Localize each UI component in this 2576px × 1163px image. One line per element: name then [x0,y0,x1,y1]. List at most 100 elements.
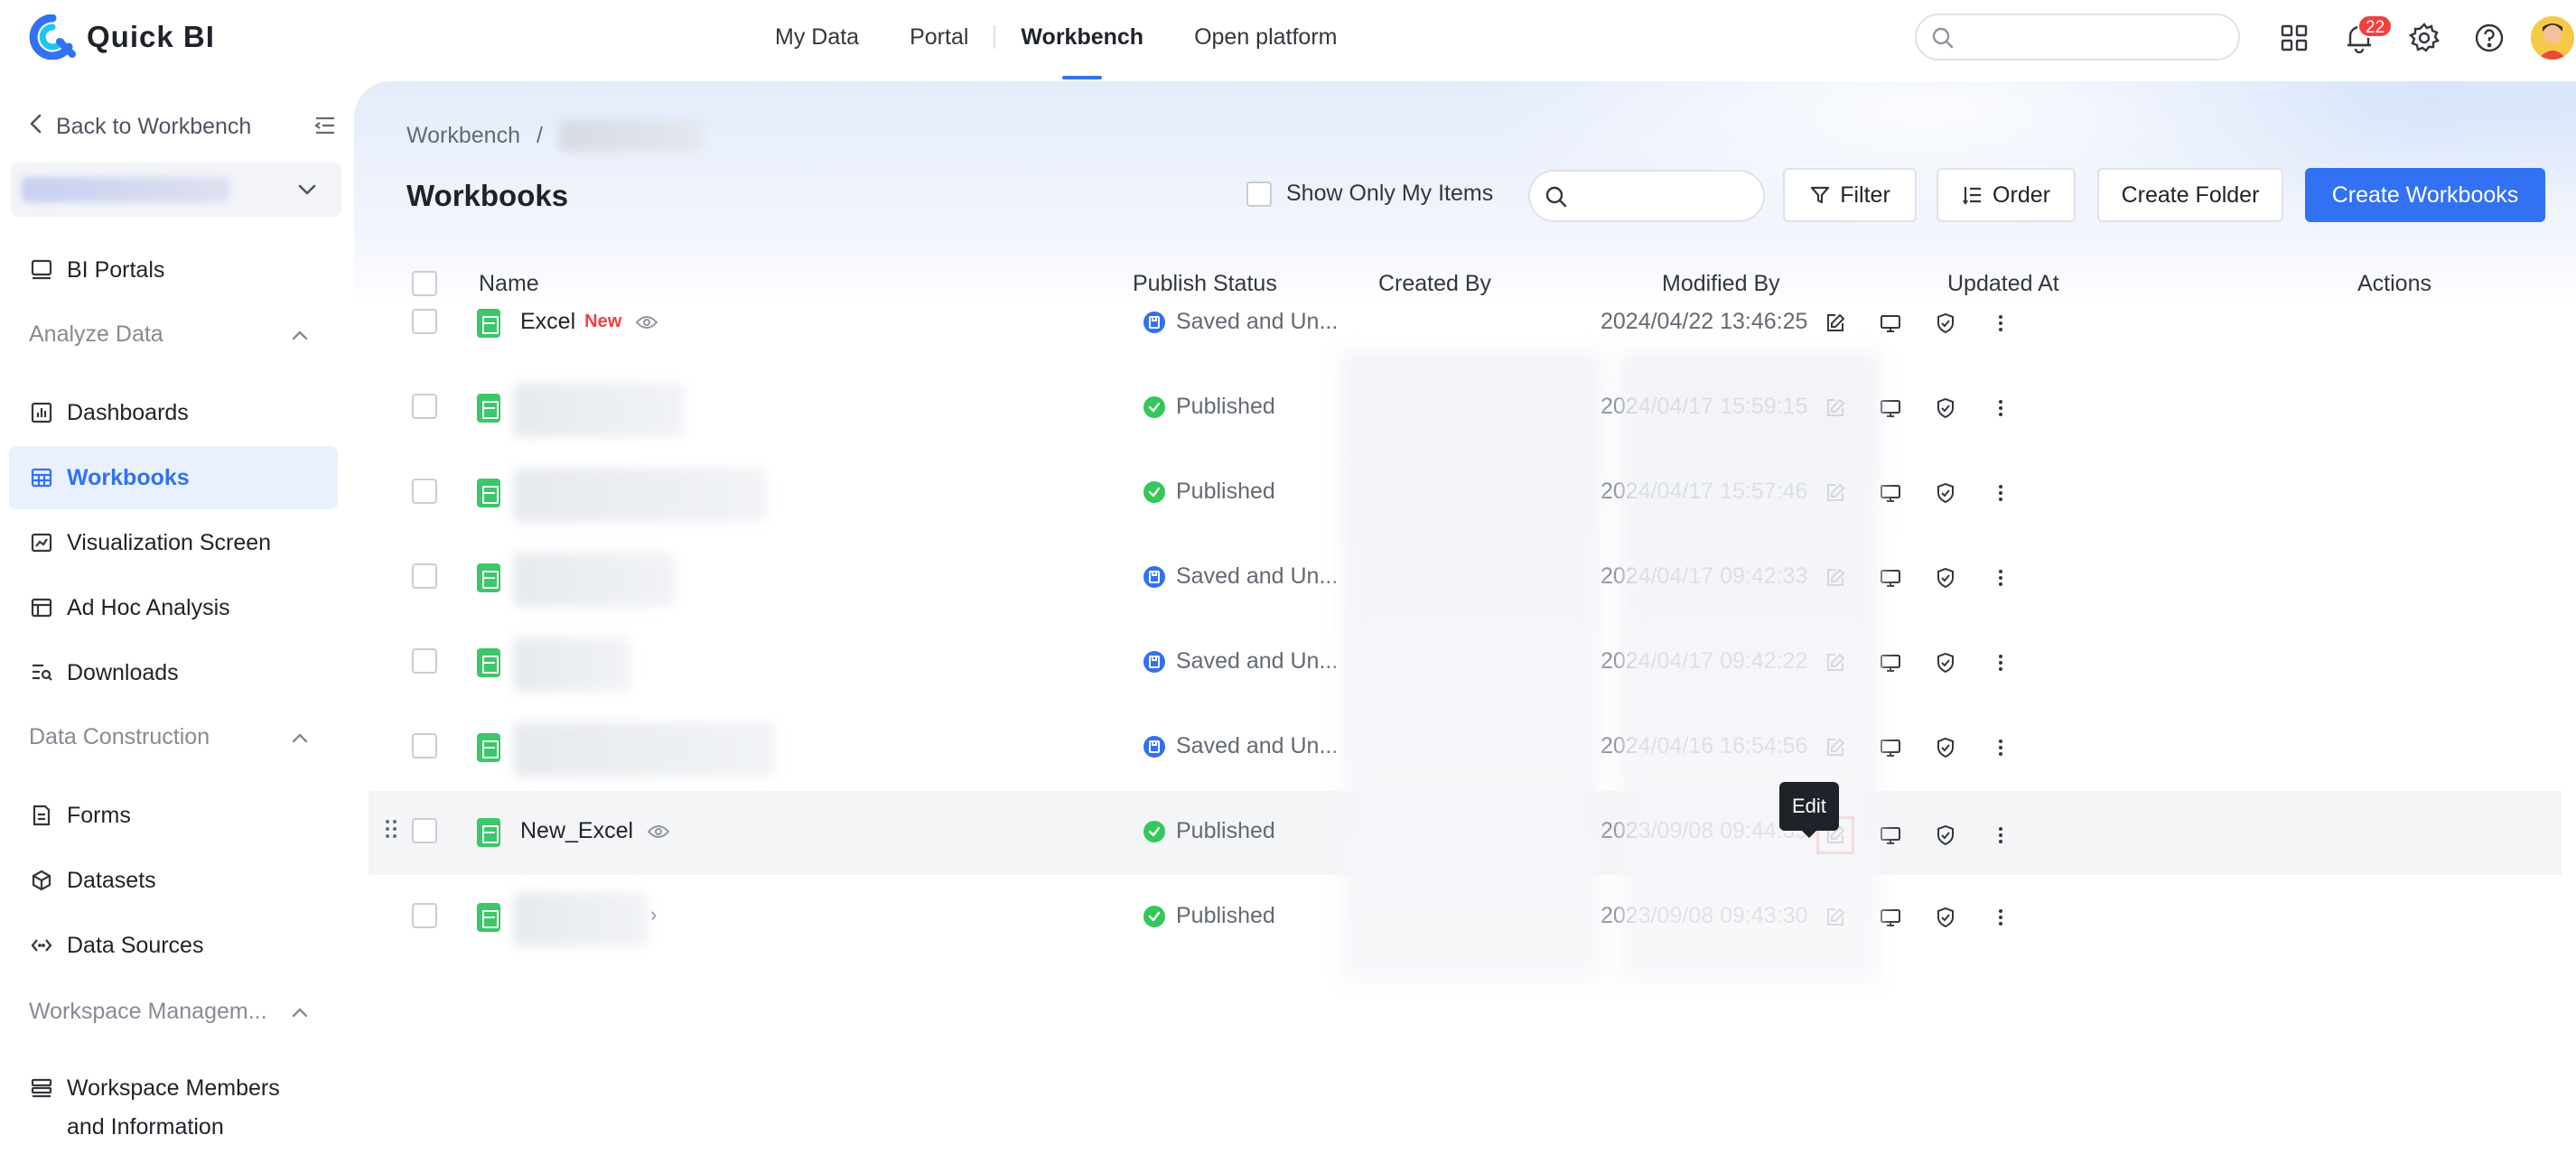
workbook-name-text: Excel [520,309,576,334]
back-label: Back to Workbench [56,113,252,139]
back-to-workbench-link[interactable]: Back to Workbench [29,108,336,144]
filter-button[interactable]: Filter [1783,168,1917,222]
row-checkbox[interactable] [412,563,437,589]
spreadsheet-icon [477,733,500,762]
spreadsheet-icon [477,479,500,507]
nav-open-platform[interactable]: Open platform [1169,0,1362,76]
sidebar-item-workspace-members[interactable]: Workspace Members and Information [9,1060,338,1147]
workbook-name-redacted[interactable] [513,637,630,692]
permission-shield-icon[interactable] [1929,901,1962,934]
sidebar-group-data-construction[interactable]: Data Construction [29,724,309,750]
permission-shield-icon[interactable] [1929,562,1962,594]
nav-workbench[interactable]: Workbench [995,0,1169,79]
modified-by-column-redacted [1619,352,1881,984]
row-checkbox[interactable] [412,648,437,674]
publish-status-text: Published [1176,479,1275,504]
more-options-icon[interactable] [1984,477,2017,509]
more-options-icon[interactable] [1984,901,2017,934]
workbook-name[interactable]: New_Excel [520,818,670,844]
published-check-icon [1143,905,1165,927]
workbook-name-redacted[interactable] [513,892,649,946]
members-icon [29,1076,54,1102]
sidebar-item-dashboards[interactable]: Dashboards [9,381,338,444]
saved-draft-icon [1143,650,1165,673]
more-options-icon[interactable] [1984,562,2017,594]
sidebar-group-workspace-management[interactable]: Workspace Managem... [29,999,309,1025]
order-label: Order [1993,181,2050,208]
downloads-icon [29,660,54,685]
permission-shield-icon[interactable] [1929,731,1962,764]
permission-shield-icon[interactable] [1929,392,1962,424]
quick-bi-logo-icon [27,14,78,60]
permission-shield-icon[interactable] [1929,647,1962,679]
row-checkbox[interactable] [412,733,437,758]
show-only-my-items-checkbox[interactable] [1246,181,1272,207]
notification-bell-icon[interactable]: 22 [2336,14,2394,61]
sidebar-item-datasets[interactable]: Datasets [9,849,338,912]
nav-portal[interactable]: Portal [884,0,994,76]
sidebar-item-forms[interactable]: Forms [9,784,338,847]
sidebar-group-label: Workspace Managem... [29,999,267,1024]
workbook-name-redacted[interactable] [513,553,676,607]
sidebar-item-bi-portals[interactable]: BI Portals [9,238,338,302]
eye-icon[interactable] [636,314,658,330]
gear-icon[interactable] [2401,14,2448,61]
row-checkbox[interactable] [412,309,437,334]
show-only-my-items-label: Show Only My Items [1286,181,1494,206]
permission-shield-icon[interactable] [1929,477,1962,509]
apps-grid-icon[interactable] [2271,14,2318,61]
more-options-icon[interactable] [1984,731,2017,764]
workbook-name[interactable]: Excel New [520,309,658,335]
search-icon [1931,26,1955,54]
app-logo[interactable]: Quick BI [27,14,215,60]
publish-status: Published [1143,903,1275,929]
workbook-name-redacted[interactable] [513,722,775,777]
drag-handle-icon[interactable] [385,818,397,844]
updated-at: 2024/04/22 13:46:25 [1601,309,1808,334]
row-checkbox[interactable] [412,394,437,419]
create-folder-label: Create Folder [2121,181,2260,208]
create-workbooks-button[interactable]: Create Workbooks [2305,168,2545,222]
sidebar-item-visualization-screen[interactable]: Visualization Screen [9,511,338,574]
nav-my-data[interactable]: My Data [750,0,884,76]
more-options-icon[interactable] [1984,307,2017,340]
permission-shield-icon[interactable] [1929,307,1962,340]
more-options-icon[interactable] [1984,392,2017,424]
global-search-input[interactable] [1915,14,2240,60]
user-avatar[interactable] [2531,16,2574,60]
create-workbooks-label: Create Workbooks [2331,181,2519,208]
show-only-my-items-toggle[interactable]: Show Only My Items [1246,181,1493,207]
sidebar-item-data-sources[interactable]: Data Sources [9,914,338,977]
eye-icon[interactable] [648,823,670,840]
help-icon[interactable] [2466,14,2513,61]
row-checkbox[interactable] [412,818,437,843]
publish-status: Published [1143,818,1275,844]
top-right-icons: 22 [2271,14,2574,61]
dashboard-icon [29,400,54,425]
row-checkbox[interactable] [412,903,437,928]
workbook-name-redacted[interactable] [513,383,685,437]
permission-shield-icon[interactable] [1929,819,1962,851]
top-bar: Quick BI My Data Portal Workbench Open p… [0,0,2576,79]
collapse-sidebar-icon[interactable] [314,116,336,142]
order-button[interactable]: Order [1937,168,2076,222]
create-folder-button[interactable]: Create Folder [2097,168,2283,222]
workbook-name-redacted[interactable] [513,468,766,522]
sidebar-item-downloads[interactable]: Downloads [9,641,338,704]
publish-status-text: Published [1176,394,1275,419]
more-options-icon[interactable] [1984,819,2017,851]
chevron-right-icon: › [650,903,658,926]
sidebar-item-ad-hoc-analysis[interactable]: Ad Hoc Analysis [9,576,338,639]
workbook-search-input[interactable] [1528,170,1765,222]
preview-icon[interactable] [1874,307,1907,340]
edit-icon[interactable] [1819,307,1852,340]
sidebar-group-analyze-data[interactable]: Analyze Data [29,321,309,348]
more-options-icon[interactable] [1984,647,2017,679]
publish-status-text: Saved and Un... [1176,563,1339,589]
row-checkbox[interactable] [412,479,437,504]
publish-status-text: Saved and Un... [1176,648,1339,674]
publish-status: Saved and Un... [1143,309,1338,335]
workspace-selector[interactable] [11,163,341,217]
sidebar-item-workbooks[interactable]: Workbooks [9,446,338,509]
breadcrumb-workbench[interactable]: Workbench [406,123,520,149]
